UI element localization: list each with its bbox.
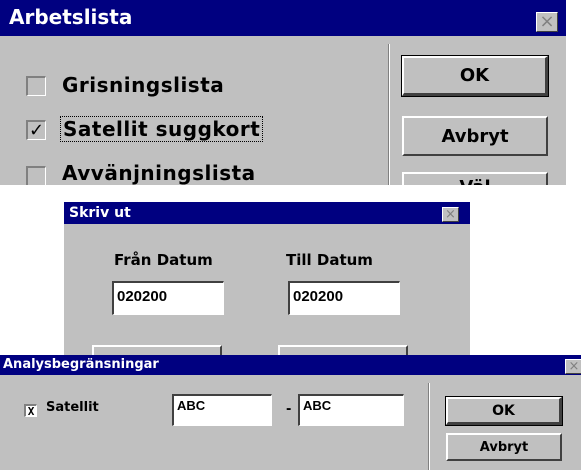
satellit-from-input[interactable]: ABC (172, 394, 272, 426)
checkbox-avvanjningslista[interactable] (26, 166, 46, 185)
checkbox-satellit-suggkort[interactable]: ✓ (26, 120, 46, 141)
ok-button[interactable]: OK (401, 55, 549, 97)
close-icon[interactable]: × (442, 207, 459, 222)
skriv-ut-ok-button[interactable] (92, 345, 222, 355)
to-date-label: Till Datum (286, 251, 373, 269)
close-icon[interactable]: × (536, 12, 558, 32)
analysbegransningar-dialog: Analysbegränsningar × X Satellit ABC - A… (0, 355, 581, 470)
label-satellit-suggkort: Satellit suggkort (60, 116, 264, 142)
arbetslista-dialog: Arbetslista × Grisningslista ✓ Satellit … (0, 0, 566, 185)
label-avvanjningslista: Avvänjningslista (62, 161, 256, 185)
analys-separator (428, 383, 430, 470)
select-button[interactable]: Väl (402, 172, 548, 185)
analys-title: Analysbegränsningar (3, 357, 159, 372)
skriv-ut-titlebar: Skriv ut (64, 202, 470, 224)
satellit-to-input[interactable]: ABC (298, 394, 404, 426)
satellit-checkbox[interactable]: X (24, 404, 37, 418)
analys-cancel-button[interactable]: Avbryt (446, 433, 562, 461)
to-date-input[interactable]: 020200 (288, 281, 400, 315)
checkbox-grisningslista[interactable] (26, 76, 46, 96)
close-icon[interactable]: × (565, 359, 581, 374)
skriv-ut-dialog: Skriv ut × Från Datum Till Datum 020200 … (64, 202, 470, 355)
arbetslista-titlebar: Arbetslista (0, 0, 566, 36)
arbetslista-separator (388, 44, 390, 185)
satellit-label: Satellit (46, 400, 99, 415)
range-dash: - (286, 402, 292, 417)
arbetslista-title: Arbetslista (9, 5, 133, 29)
analys-ok-button[interactable]: OK (445, 396, 563, 426)
from-date-input[interactable]: 020200 (112, 281, 224, 315)
analys-titlebar: Analysbegränsningar (0, 355, 581, 375)
skriv-ut-cancel-button[interactable] (278, 345, 408, 355)
cancel-button[interactable]: Avbryt (402, 116, 548, 156)
label-grisningslista: Grisningslista (62, 73, 225, 97)
from-date-label: Från Datum (114, 251, 213, 269)
skriv-ut-title: Skriv ut (69, 205, 131, 221)
